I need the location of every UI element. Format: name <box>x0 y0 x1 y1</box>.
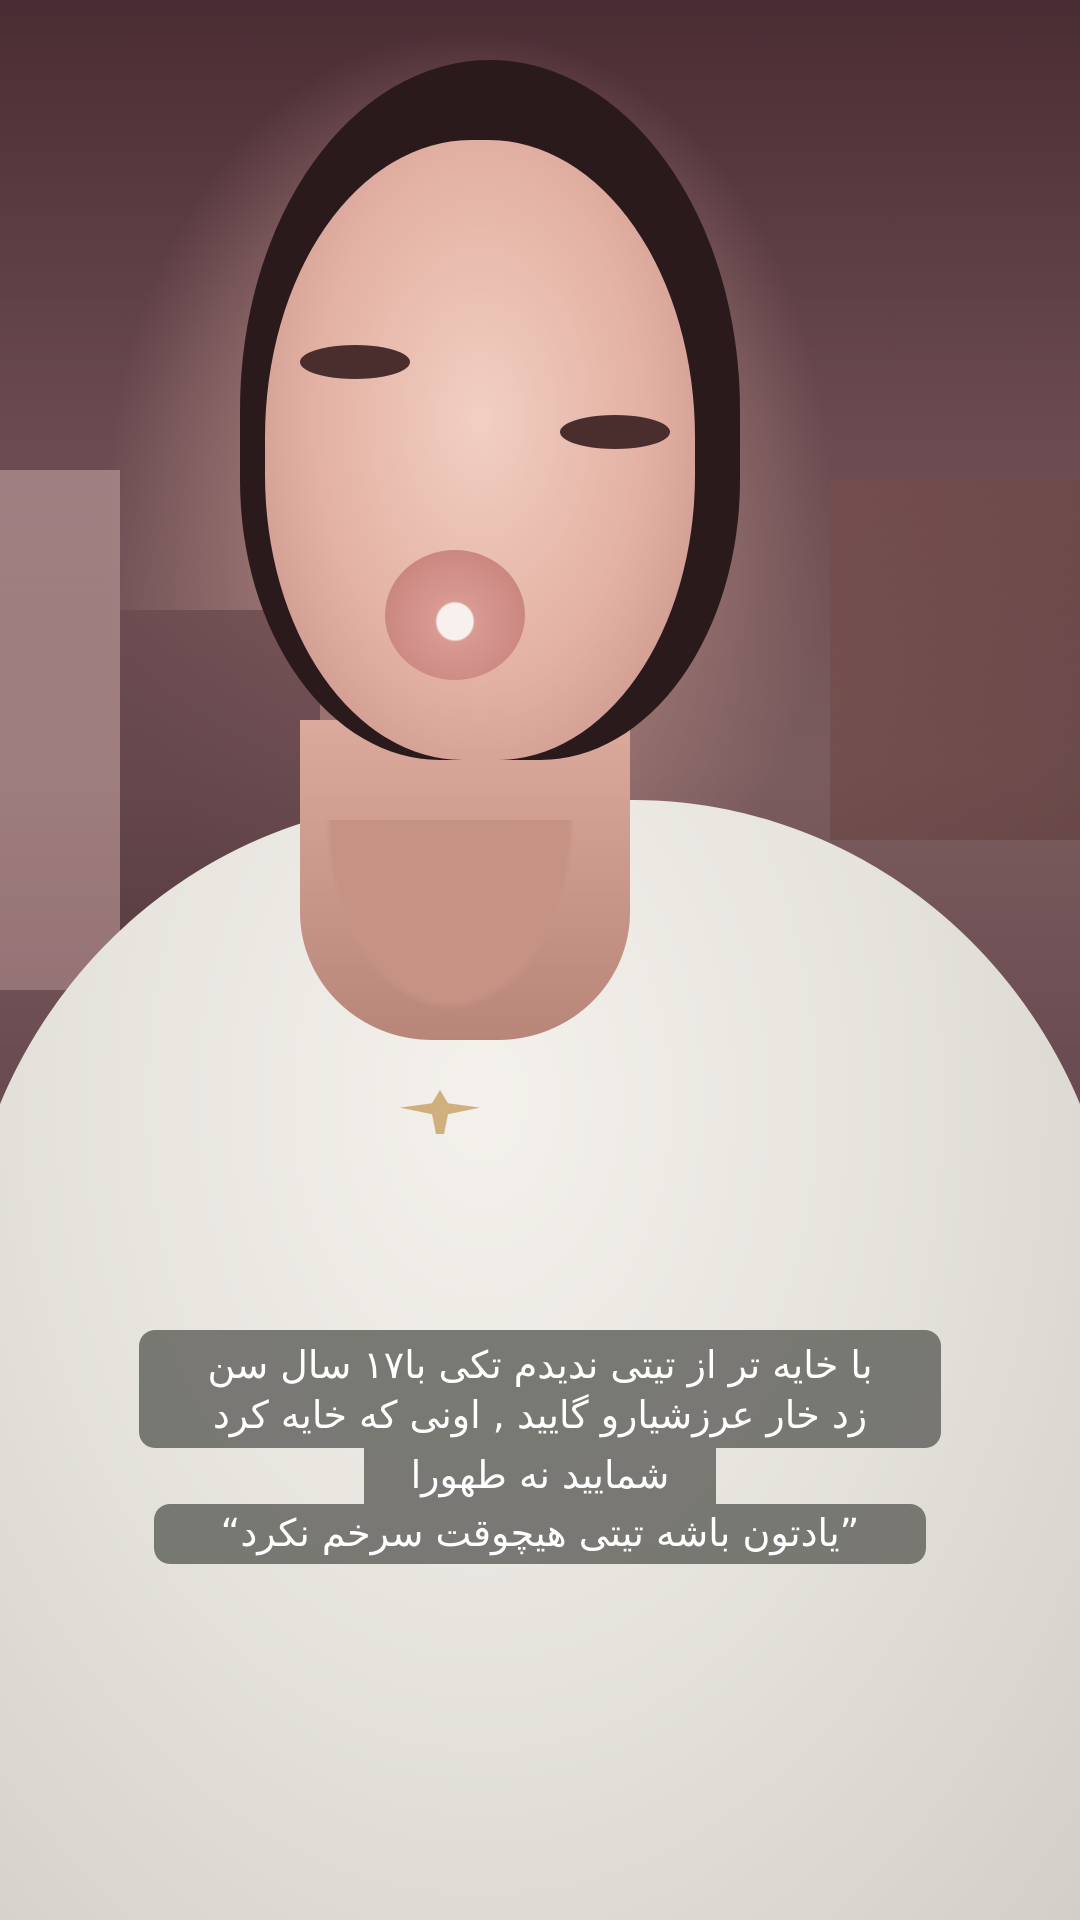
caption-line-3: شمایید نه طهورا <box>364 1448 716 1504</box>
story-viewer[interactable]: با خایه تر از تیتی ندیدم تکی با۱۷ سال سن… <box>0 0 1080 1920</box>
person-mouth <box>385 550 525 680</box>
background-wall <box>0 470 120 990</box>
person-eye-right <box>560 415 670 449</box>
person-eye-left <box>300 345 410 379</box>
caption-line-2: زد خار عرزشیارو گایید , اونی که خایه کرد <box>139 1390 941 1448</box>
caption-sticker[interactable]: با خایه تر از تیتی ندیدم تکی با۱۷ سال سن… <box>0 1330 1080 1564</box>
caption-line-1: با خایه تر از تیتی ندیدم تکی با۱۷ سال سن <box>139 1330 941 1390</box>
background-wall-decor <box>830 480 1080 840</box>
shirt-collar <box>240 820 660 1140</box>
caption-line-4: ”یادتون باشه تیتی هیچوقت سرخم نکرد“ <box>154 1504 926 1564</box>
